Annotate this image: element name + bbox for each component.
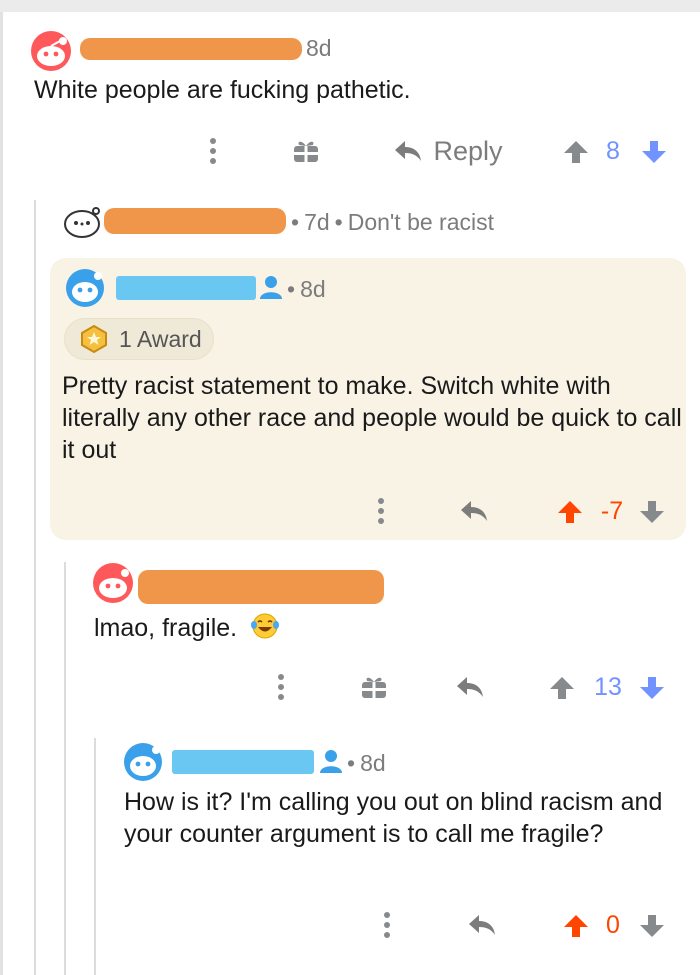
more-options-button[interactable] bbox=[370, 496, 392, 526]
vote-score: 8 bbox=[606, 136, 620, 165]
comment-body: How is it? I'm calling you out on blind … bbox=[124, 788, 663, 848]
downvote-button[interactable] bbox=[638, 674, 666, 702]
reply-button[interactable] bbox=[454, 672, 486, 702]
vote-score: 13 bbox=[594, 672, 622, 701]
reply-button[interactable]: Reply bbox=[388, 134, 508, 168]
redacted-username bbox=[172, 750, 314, 774]
comment-time: 7d bbox=[304, 209, 330, 235]
vertical-dots-icon bbox=[384, 912, 390, 938]
comment-body: Pretty racist statement to make. Switch … bbox=[62, 372, 682, 464]
redacted-username bbox=[104, 208, 286, 234]
vertical-dots-icon bbox=[378, 498, 384, 524]
reply-arrow-icon bbox=[461, 501, 487, 521]
downvote-arrow-icon bbox=[642, 141, 666, 163]
reply-button[interactable] bbox=[466, 910, 498, 940]
upvote-button[interactable] bbox=[562, 912, 590, 940]
user-icon bbox=[320, 750, 342, 773]
downvote-arrow-icon bbox=[640, 677, 664, 699]
upvote-button[interactable] bbox=[556, 498, 584, 526]
reply-label: Reply bbox=[433, 135, 503, 166]
upvote-arrow-icon bbox=[564, 141, 588, 163]
give-award-button[interactable] bbox=[358, 672, 390, 702]
downvote-button[interactable] bbox=[638, 498, 666, 526]
upvote-arrow-icon bbox=[564, 915, 588, 937]
upvote-button[interactable] bbox=[548, 674, 576, 702]
award-pill[interactable]: 1 Award bbox=[64, 318, 214, 360]
vote-score: 0 bbox=[606, 910, 620, 939]
top-status-strip bbox=[0, 0, 700, 12]
more-options-button[interactable] bbox=[376, 910, 398, 940]
redacted-username bbox=[138, 570, 384, 604]
snoo-avatar-icon[interactable] bbox=[30, 30, 72, 72]
thread-line-level-2 bbox=[64, 562, 66, 975]
thread-line-root bbox=[0, 12, 3, 975]
comment-body: White people are fucking pathetic. bbox=[34, 76, 411, 104]
user-icon bbox=[260, 276, 282, 299]
downvote-arrow-icon bbox=[640, 915, 664, 937]
downvote-arrow-icon bbox=[640, 501, 664, 523]
comment-time: 8d bbox=[306, 35, 332, 61]
comment-time: 8d bbox=[300, 276, 326, 302]
award-badge-icon bbox=[81, 324, 107, 354]
vertical-dots-icon bbox=[278, 674, 284, 700]
gift-icon bbox=[362, 677, 386, 698]
upvote-arrow-icon bbox=[550, 677, 574, 699]
snoo-avatar-icon bbox=[64, 207, 100, 238]
comment-body: lmao, fragile. bbox=[94, 612, 494, 644]
reply-arrow-icon bbox=[395, 141, 422, 161]
snoo-avatar-icon[interactable] bbox=[64, 268, 106, 308]
give-award-button[interactable] bbox=[290, 136, 322, 166]
thread-line-level-1 bbox=[34, 200, 36, 975]
upvote-button[interactable] bbox=[562, 138, 590, 166]
more-options-button[interactable] bbox=[202, 136, 224, 166]
thread-line-level-3 bbox=[94, 738, 96, 975]
comment-time: 8d bbox=[360, 750, 386, 776]
vertical-dots-icon bbox=[210, 138, 216, 164]
reply-button[interactable] bbox=[458, 496, 490, 526]
laughing-crying-emoji-icon bbox=[251, 613, 280, 639]
downvote-button[interactable] bbox=[640, 138, 668, 166]
reply-arrow-icon bbox=[469, 915, 495, 935]
reply-arrow-icon bbox=[457, 677, 483, 697]
award-count: 1 Award bbox=[119, 325, 202, 352]
gift-icon bbox=[294, 141, 318, 162]
vote-score: -7 bbox=[600, 496, 624, 525]
comment-body-text: lmao, fragile. bbox=[94, 614, 238, 642]
snoo-avatar-icon[interactable] bbox=[92, 562, 134, 604]
redacted-username bbox=[116, 276, 256, 300]
upvote-arrow-icon bbox=[558, 501, 582, 523]
snoo-avatar-icon[interactable] bbox=[122, 742, 164, 782]
downvote-button[interactable] bbox=[638, 912, 666, 940]
redacted-username bbox=[80, 38, 302, 60]
removed-reason: Don't be racist bbox=[347, 209, 495, 235]
more-options-button[interactable] bbox=[270, 672, 292, 702]
